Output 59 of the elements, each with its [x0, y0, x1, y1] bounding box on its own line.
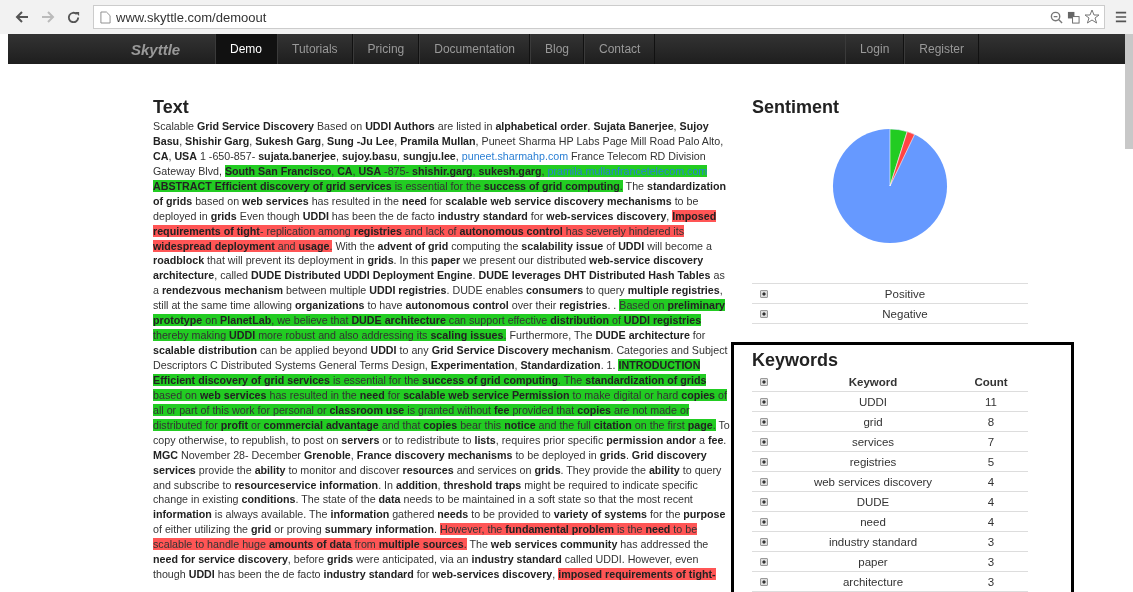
keyword-cell: paper	[858, 555, 888, 568]
checkbox[interactable]	[760, 417, 768, 426]
nav-link[interactable]: Demo	[215, 34, 277, 64]
checkbox[interactable]	[760, 377, 768, 386]
back-icon[interactable]	[14, 9, 30, 25]
translate-icon[interactable]	[1067, 10, 1080, 24]
count-cell: 3	[987, 575, 995, 588]
checkbox[interactable]	[760, 437, 768, 446]
checkbox[interactable]	[760, 289, 768, 298]
section-title: Keywords	[752, 350, 840, 370]
checkbox[interactable]	[760, 309, 768, 318]
keyword-cell: DUDE	[856, 495, 890, 508]
nav-link[interactable]: Documentation	[419, 34, 530, 64]
brand-logo[interactable]: Skyttle	[131, 34, 215, 64]
nav-link[interactable]: Tutorials	[277, 34, 353, 64]
nav-link[interactable]: Login	[844, 34, 905, 64]
checkbox[interactable]	[760, 477, 768, 486]
keyword-cell: web services discovery	[813, 475, 933, 488]
nav-link[interactable]: Contact	[584, 34, 656, 64]
count-cell: 3	[987, 535, 995, 548]
count-cell: 11	[985, 395, 997, 408]
column-header: Keyword	[848, 375, 898, 388]
count-cell: 5	[987, 455, 995, 468]
address-field[interactable]: www.skyttle.com/demoout	[93, 5, 1105, 29]
count-cell: 7	[987, 435, 995, 448]
keyword-cell: grid	[863, 415, 883, 428]
section-title: Text	[153, 97, 190, 117]
checkbox[interactable]	[760, 537, 768, 546]
nav-link[interactable]: Register	[904, 34, 979, 64]
zoom-icon[interactable]	[1050, 10, 1063, 24]
keyword-cell: UDDI	[858, 395, 888, 408]
count-cell: 4	[987, 475, 995, 488]
menu-icon[interactable]	[1115, 11, 1127, 23]
keyword-cell: industry standard	[828, 535, 918, 548]
checkbox[interactable]	[760, 397, 768, 406]
nav-link[interactable]: Blog	[530, 34, 585, 64]
count-cell: 4	[987, 495, 995, 508]
count-cell: 8	[987, 415, 995, 428]
keyword-cell: need	[860, 515, 886, 528]
checkbox[interactable]	[760, 517, 768, 526]
column-header: Count	[974, 375, 1008, 388]
page-icon	[100, 10, 111, 24]
nav-link[interactable]: Pricing	[352, 34, 420, 64]
checkbox[interactable]	[760, 557, 768, 566]
reload-icon[interactable]	[66, 9, 81, 25]
star-icon[interactable]	[1084, 9, 1100, 25]
checkbox[interactable]	[760, 577, 768, 586]
count-cell: 3	[987, 555, 995, 568]
keyword-cell: registries	[849, 455, 897, 468]
count-cell: 4	[987, 515, 995, 528]
keyword-cell: architecture	[842, 575, 904, 588]
section-title: Sentiment	[752, 97, 840, 117]
email-link[interactable]: puneet.sharmahp.com	[461, 149, 569, 162]
legend-label: Negative	[881, 307, 929, 320]
checkbox[interactable]	[760, 497, 768, 506]
keyword-cell: services	[851, 435, 895, 448]
legend-label: Positive	[883, 287, 927, 300]
checkbox[interactable]	[760, 457, 768, 466]
scrollbar[interactable]	[1125, 34, 1133, 149]
